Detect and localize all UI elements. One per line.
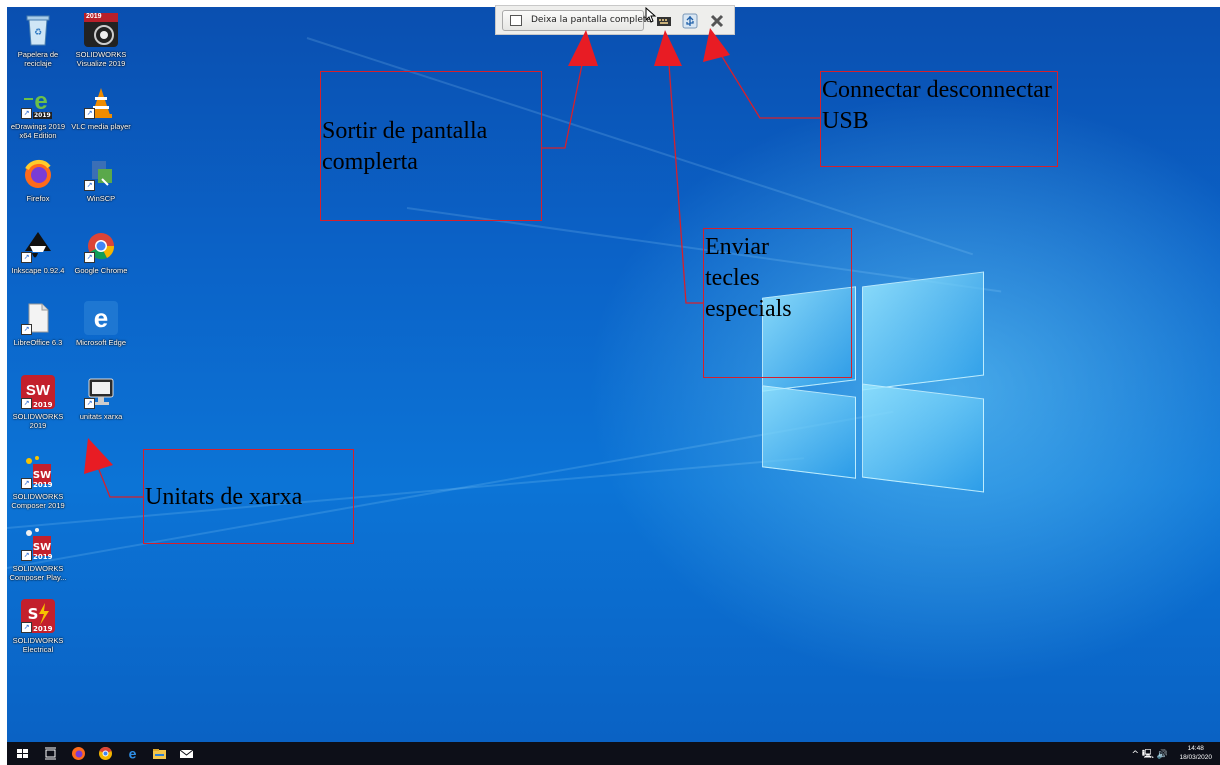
special-keys-arrowhead	[654, 30, 682, 66]
taskbar-edge[interactable]: e	[125, 746, 140, 762]
task-view-icon	[45, 747, 56, 760]
start-button[interactable]	[15, 746, 30, 761]
usb-arrow-line	[717, 49, 820, 119]
annotation-exit-fullscreen: Sortir de pantalla complerta	[322, 118, 488, 175]
annotation-network-drives: Unitats de xarxa	[145, 484, 303, 510]
clock-date: 18/03/2020	[1179, 754, 1212, 761]
network-drives-arrowhead	[84, 438, 113, 474]
taskbar-file-explorer[interactable]	[152, 746, 167, 761]
chevron-up-icon[interactable]: ^	[1131, 750, 1139, 760]
usb-arrowhead	[703, 28, 730, 62]
special-keys-arrow-line	[667, 49, 703, 304]
edge-icon: e	[129, 746, 137, 762]
annotation-usb: Connectar desconnectar USB	[822, 77, 1052, 134]
firefox-icon	[72, 747, 85, 760]
taskbar: e ^ 🖳 🔊 14:48 18/03/2020	[7, 742, 1220, 765]
system-tray[interactable]: ^ 🖳 🔊	[1131, 747, 1168, 763]
windows-start-icon	[17, 749, 28, 758]
taskbar-chrome[interactable]	[98, 746, 113, 761]
mail-icon	[179, 749, 194, 758]
folder-icon	[153, 749, 166, 759]
chrome-icon	[99, 747, 112, 760]
clock[interactable]: 14:48 18/03/2020	[1179, 744, 1212, 762]
exit-fullscreen-arrowhead	[568, 30, 598, 66]
taskbar-firefox[interactable]	[71, 746, 86, 761]
clock-time: 14:48	[1187, 745, 1204, 752]
svg-text:e: e	[129, 746, 137, 761]
taskbar-mail[interactable]	[179, 746, 194, 761]
network-icon[interactable]: 🖳	[1142, 750, 1154, 760]
volume-icon[interactable]: 🔊	[1157, 750, 1168, 760]
task-view-button[interactable]	[43, 746, 58, 761]
annotation-special-keys: Enviar tecles especials	[705, 234, 792, 322]
